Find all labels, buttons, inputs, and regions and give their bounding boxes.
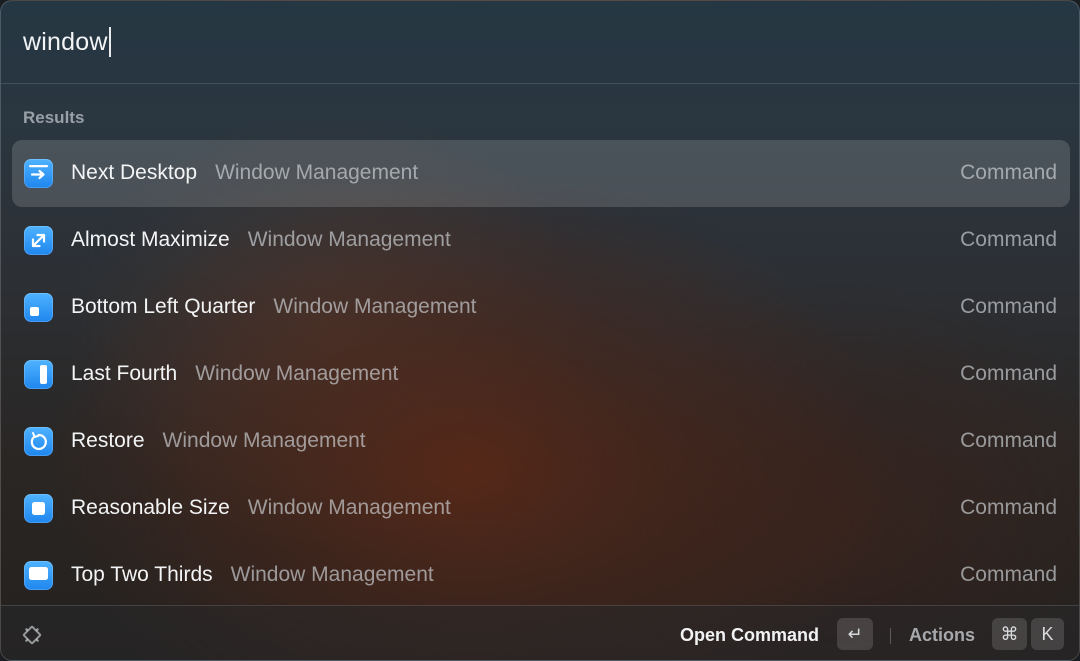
results-list: Next Desktop Window Management Command A… bbox=[12, 140, 1070, 609]
reasonable-size-icon bbox=[24, 494, 53, 523]
command-key-icon[interactable]: ⌘ bbox=[992, 618, 1027, 650]
footer-divider bbox=[890, 628, 891, 644]
almost-maximize-icon bbox=[24, 226, 53, 255]
search-bar[interactable]: window bbox=[1, 1, 1079, 84]
bottom-left-quarter-icon bbox=[24, 293, 53, 322]
top-two-thirds-icon bbox=[24, 561, 53, 590]
result-title: Bottom Left Quarter Window Management bbox=[71, 295, 477, 319]
result-item-reasonable-size[interactable]: Reasonable Size Window Management Comman… bbox=[12, 475, 1070, 542]
result-title-text: Next Desktop bbox=[71, 161, 198, 184]
result-subtitle: Window Management bbox=[195, 362, 399, 385]
search-input-value[interactable]: window bbox=[23, 28, 108, 57]
result-item-next-desktop[interactable]: Next Desktop Window Management Command bbox=[12, 140, 1070, 207]
result-kind: Command bbox=[960, 295, 1057, 318]
result-title: Next Desktop Window Management bbox=[71, 161, 418, 185]
result-subtitle: Window Management bbox=[162, 429, 366, 452]
result-title: Almost Maximize Window Management bbox=[71, 228, 451, 252]
result-item-restore[interactable]: Restore Window Management Command bbox=[12, 408, 1070, 475]
actions-button[interactable]: Actions bbox=[909, 625, 975, 646]
result-title: Top Two Thirds Window Management bbox=[71, 563, 434, 587]
action-bar: Open Command ↵ Actions ⌘ K bbox=[1, 605, 1079, 660]
result-kind: Command bbox=[960, 161, 1057, 184]
result-kind: Command bbox=[960, 563, 1057, 586]
result-item-top-two-thirds[interactable]: Top Two Thirds Window Management Command bbox=[12, 542, 1070, 609]
last-fourth-icon bbox=[24, 360, 53, 389]
launcher-window: window Results Next Desktop Window Manag… bbox=[0, 0, 1080, 661]
section-title: Results bbox=[23, 108, 85, 127]
result-title: Last Fourth Window Management bbox=[71, 362, 398, 386]
result-subtitle: Window Management bbox=[247, 228, 451, 251]
result-title-text: Reasonable Size bbox=[71, 496, 230, 519]
result-subtitle: Window Management bbox=[273, 295, 477, 318]
result-title: Restore Window Management bbox=[71, 429, 366, 453]
open-command-button[interactable]: Open Command bbox=[680, 625, 819, 646]
search-input[interactable]: window bbox=[23, 27, 111, 57]
result-title-text: Restore bbox=[71, 429, 145, 452]
result-subtitle: Window Management bbox=[215, 161, 419, 184]
result-item-almost-maximize[interactable]: Almost Maximize Window Management Comman… bbox=[12, 207, 1070, 274]
k-key[interactable]: K bbox=[1031, 618, 1064, 650]
result-title-text: Last Fourth bbox=[71, 362, 178, 385]
next-desktop-icon bbox=[24, 159, 53, 188]
restore-icon bbox=[24, 427, 53, 456]
result-subtitle: Window Management bbox=[247, 496, 451, 519]
result-item-bottom-left-quarter[interactable]: Bottom Left Quarter Window Management Co… bbox=[12, 274, 1070, 341]
result-title: Reasonable Size Window Management bbox=[71, 496, 451, 520]
result-kind: Command bbox=[960, 228, 1057, 251]
result-kind: Command bbox=[960, 429, 1057, 452]
raycast-logo-icon[interactable] bbox=[19, 622, 45, 648]
text-caret bbox=[108, 27, 111, 57]
result-title-text: Almost Maximize bbox=[71, 228, 230, 251]
result-title-text: Bottom Left Quarter bbox=[71, 295, 256, 318]
enter-key-icon[interactable]: ↵ bbox=[837, 618, 873, 650]
result-title-text: Top Two Thirds bbox=[71, 563, 213, 586]
result-kind: Command bbox=[960, 496, 1057, 519]
result-item-last-fourth[interactable]: Last Fourth Window Management Command bbox=[12, 341, 1070, 408]
result-subtitle: Window Management bbox=[230, 563, 434, 586]
result-kind: Command bbox=[960, 362, 1057, 385]
